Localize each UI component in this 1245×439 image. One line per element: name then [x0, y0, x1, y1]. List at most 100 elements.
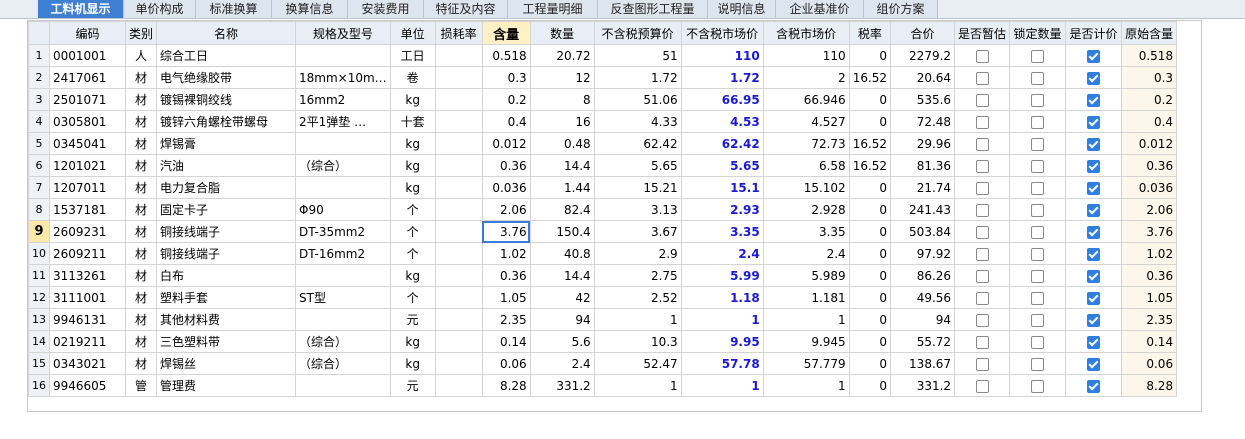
cell-cat[interactable]: 材: [124, 198, 158, 221]
cell-amount[interactable]: 0.48: [529, 132, 595, 155]
cell-rate[interactable]: 16.52: [848, 132, 892, 155]
table-row[interactable]: 7 1207011 材电力复合脂 kg 0.036 1.44 15.21 15.1 15.102…: [28, 176, 1178, 199]
cell-pre[interactable]: 1.72: [593, 66, 682, 89]
cell-code[interactable]: 2609211: [49, 242, 126, 265]
cell-cat[interactable]: 材: [124, 264, 158, 287]
cell-total[interactable]: 72.48: [890, 110, 956, 133]
cell-pre[interactable]: 5.65: [593, 154, 682, 177]
cell-spec[interactable]: DT-16mm2: [295, 242, 391, 265]
cell-total[interactable]: 29.96: [890, 132, 956, 155]
calc-checkbox[interactable]: [1087, 93, 1101, 107]
est-checkbox[interactable]: [975, 49, 989, 63]
cell-mkt[interactable]: 15.1: [680, 176, 764, 199]
cell-mkt_tax[interactable]: 1.181: [762, 286, 850, 309]
cell-mkt_tax[interactable]: 2.928: [762, 198, 850, 221]
cell-amount[interactable]: 2.4: [529, 352, 595, 375]
table-row[interactable]: 6 1201021 材汽油 （综合） kg 0.36 14.4 5.65 5.65 6.58 16.…: [28, 154, 1178, 177]
tab-4[interactable]: 换算信息: [272, 0, 348, 18]
cell-mkt_tax[interactable]: 1: [762, 374, 850, 397]
cell-loss[interactable]: [434, 374, 483, 397]
cell-code[interactable]: 0345041: [49, 132, 126, 155]
lock-checkbox[interactable]: [1031, 335, 1045, 349]
cell-mkt_tax[interactable]: 1: [762, 308, 850, 331]
cell-name[interactable]: 管理费: [156, 374, 297, 397]
calc-checkbox[interactable]: [1087, 291, 1101, 305]
cell-unit[interactable]: 十套: [389, 110, 436, 133]
cell-pre[interactable]: 51.06: [593, 88, 682, 111]
tab-7[interactable]: 工程量明细: [508, 0, 598, 18]
column-header-4[interactable]: 规格及型号: [295, 21, 391, 45]
cell-total[interactable]: 55.72: [890, 330, 956, 353]
cell-qty[interactable]: 1.02: [481, 242, 531, 265]
cell-loss[interactable]: [434, 176, 483, 199]
table-row[interactable]: 8 1537181 材固定卡子 Φ90 个 2.06 82.4 3.13 2.93 2.928 0 2…: [28, 198, 1178, 221]
cell-code[interactable]: 2609231: [49, 220, 126, 243]
cell-orig[interactable]: 0.2: [1121, 88, 1178, 111]
cell-name[interactable]: 其他材料费: [156, 308, 297, 331]
cell-cat[interactable]: 材: [124, 154, 158, 177]
cell-spec[interactable]: [295, 132, 391, 155]
cell-loss[interactable]: [434, 242, 483, 265]
row-number[interactable]: 11: [28, 264, 50, 287]
cell-spec[interactable]: [295, 44, 391, 67]
cell-cat[interactable]: 材: [124, 286, 158, 309]
cell-mkt[interactable]: 5.65: [680, 154, 764, 177]
cell-rate[interactable]: 0: [848, 110, 892, 133]
row-number[interactable]: 13: [28, 308, 50, 331]
lock-checkbox[interactable]: [1031, 225, 1045, 239]
cell-amount[interactable]: 94: [529, 308, 595, 331]
cell-name[interactable]: 镀锡裸铜绞线: [156, 88, 297, 111]
table-row[interactable]: 11 3113261 材白布 kg 0.36 14.4 2.75 5.99 5.989 0 86.2…: [28, 264, 1178, 287]
cell-mkt[interactable]: 1.72: [680, 66, 764, 89]
calc-checkbox[interactable]: [1087, 379, 1101, 393]
lock-checkbox[interactable]: [1031, 203, 1045, 217]
column-header-11[interactable]: 含税市场价: [762, 21, 850, 45]
cell-mkt_tax[interactable]: 2: [762, 66, 850, 89]
cell-name[interactable]: 白布: [156, 264, 297, 287]
cell-amount[interactable]: 20.72: [529, 44, 595, 67]
lock-checkbox[interactable]: [1031, 137, 1045, 151]
cell-mkt[interactable]: 4.53: [680, 110, 764, 133]
cell-qty[interactable]: 0.2: [481, 88, 531, 111]
cell-total[interactable]: 138.67: [890, 352, 956, 375]
cell-total[interactable]: 49.56: [890, 286, 956, 309]
cell-mkt_tax[interactable]: 9.945: [762, 330, 850, 353]
cell-name[interactable]: 铜接线端子: [156, 242, 297, 265]
table-row[interactable]: 15 0343021 材焊锡丝 （综合） kg 0.06 2.4 52.47 57.78 57.7…: [28, 352, 1178, 375]
cell-total[interactable]: 97.92: [890, 242, 956, 265]
cell-mkt_tax[interactable]: 110: [762, 44, 850, 67]
cell-mkt[interactable]: 62.42: [680, 132, 764, 155]
cell-qty[interactable]: 0.14: [481, 330, 531, 353]
cell-spec[interactable]: [295, 308, 391, 331]
cell-name[interactable]: 焊锡丝: [156, 352, 297, 375]
table-row[interactable]: 2 2417061 材电气绝缘胶带 18mm×10m… 卷 0.3 12 1.72 1.72 2 1…: [28, 66, 1178, 89]
cell-mkt[interactable]: 2.4: [680, 242, 764, 265]
est-checkbox[interactable]: [975, 93, 989, 107]
tab-11[interactable]: 组价方案: [864, 0, 938, 18]
cell-mkt[interactable]: 3.35: [680, 220, 764, 243]
table-row[interactable]: 16 9946605 管管理费元 8.28 331.2 1 1 1 0 331.2 8.28: [28, 374, 1178, 397]
calc-checkbox[interactable]: [1087, 71, 1101, 85]
cell-amount[interactable]: 331.2: [529, 374, 595, 397]
cell-loss[interactable]: [434, 286, 483, 309]
cell-amount[interactable]: 5.6: [529, 330, 595, 353]
table-row[interactable]: 9 2609231 材铜接线端子 DT-35mm2 个 3.76 150.4 3.67 3.35…: [28, 220, 1178, 243]
row-number[interactable]: 10: [28, 242, 50, 265]
cell-unit[interactable]: kg: [389, 132, 436, 155]
column-header-13[interactable]: 合价: [890, 21, 956, 45]
table-row[interactable]: 4 0305801 材镀锌六角螺栓带螺母 2平1弹垫 … 十套 0.4 16 4.33 4.53…: [28, 110, 1178, 133]
cell-pre[interactable]: 51: [593, 44, 682, 67]
cell-loss[interactable]: [434, 330, 483, 353]
cell-spec[interactable]: 2平1弹垫 …: [295, 110, 391, 133]
column-header-7[interactable]: 含量: [481, 21, 531, 45]
cell-code[interactable]: 1537181: [49, 198, 126, 221]
row-number[interactable]: 16: [28, 374, 50, 397]
cell-total[interactable]: 535.6: [890, 88, 956, 111]
cell-amount[interactable]: 16: [529, 110, 595, 133]
cell-code[interactable]: 0001001: [49, 44, 126, 67]
est-checkbox[interactable]: [975, 335, 989, 349]
lock-checkbox[interactable]: [1031, 269, 1045, 283]
est-checkbox[interactable]: [975, 159, 989, 173]
cell-pre[interactable]: 2.75: [593, 264, 682, 287]
cell-name[interactable]: 电气绝缘胶带: [156, 66, 297, 89]
